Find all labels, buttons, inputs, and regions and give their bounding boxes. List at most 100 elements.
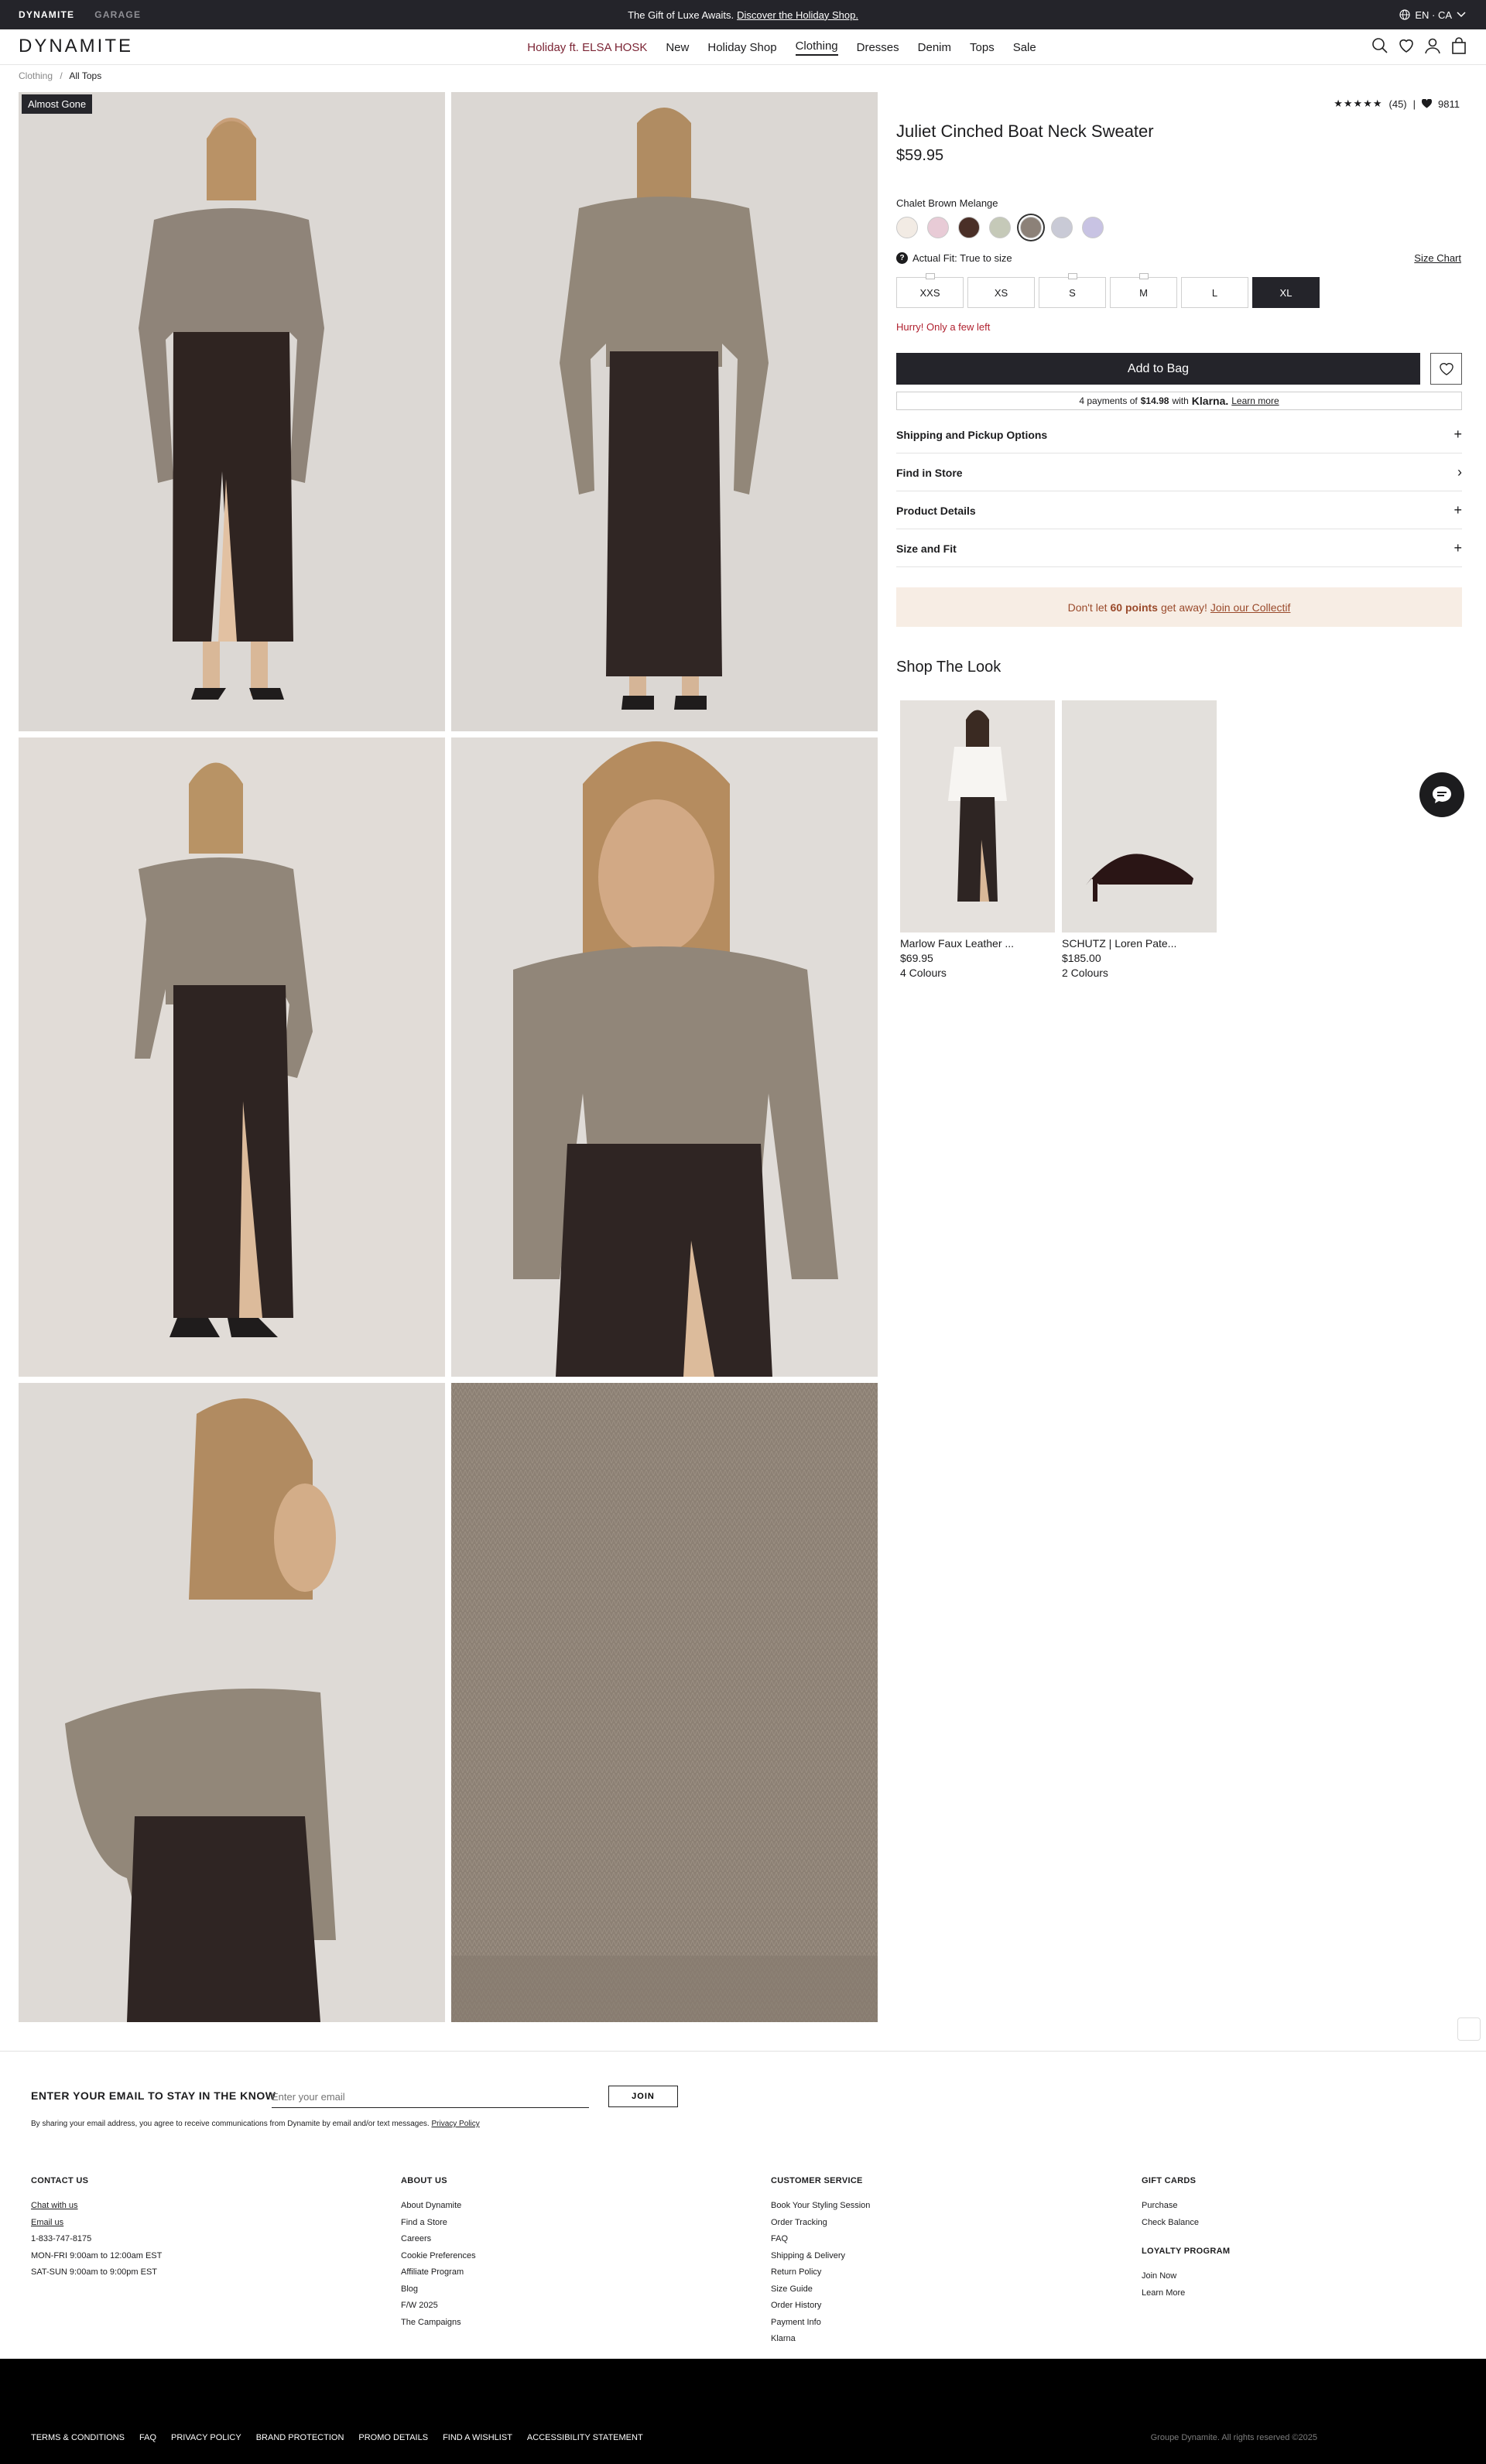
footer-link[interactable]: Purchase: [1142, 2198, 1230, 2215]
heart-icon: [1439, 362, 1453, 375]
main-nav: Holiday ft. ELSA HOSK New Holiday Shop C…: [0, 29, 1486, 65]
size-option-xl[interactable]: XL: [1252, 277, 1320, 308]
footer-link[interactable]: The Campaigns: [401, 2315, 476, 2332]
nav-item-clothing[interactable]: Clothing: [795, 39, 838, 56]
product-image-fabric-detail[interactable]: [451, 1383, 878, 2022]
nav-item-new[interactable]: New: [666, 41, 689, 54]
color-swatch-selected[interactable]: [1020, 217, 1042, 238]
product-image-front[interactable]: [19, 92, 445, 731]
footer-link[interactable]: Learn More: [1142, 2285, 1230, 2302]
nav-item-denim[interactable]: Denim: [918, 41, 951, 54]
footer-link[interactable]: About Dynamite: [401, 2198, 476, 2215]
look-card[interactable]: Marlow Faux Leather ... $69.95 4 Colours: [900, 700, 1055, 979]
email-field[interactable]: [272, 2086, 589, 2108]
join-collectif-link[interactable]: Join our Collectif: [1210, 601, 1291, 614]
size-option-l[interactable]: L: [1181, 277, 1248, 308]
nav-item-sale[interactable]: Sale: [1013, 41, 1036, 54]
accordion-label: Shipping and Pickup Options: [896, 428, 1048, 441]
product-image-closeup[interactable]: [451, 737, 878, 1377]
brand-tab-garage[interactable]: GARAGE: [94, 9, 141, 20]
footer-bottom-link[interactable]: PRIVACY POLICY: [171, 2433, 241, 2442]
feedback-tab[interactable]: [1457, 2017, 1481, 2041]
klarna-amount: $14.98: [1140, 395, 1169, 406]
product-image-profile[interactable]: [19, 1383, 445, 2022]
footer-link[interactable]: Blog: [401, 2281, 476, 2298]
color-swatch[interactable]: [1051, 217, 1073, 238]
accordion-size-and-fit[interactable]: Size and Fit +: [896, 530, 1462, 567]
accordion-find-in-store[interactable]: Find in Store ›: [896, 454, 1462, 491]
footer-link[interactable]: Cookie Preferences: [401, 2248, 476, 2265]
footer-bottom-link[interactable]: ACCESSIBILITY STATEMENT: [527, 2433, 643, 2442]
footer-bottom-link[interactable]: BRAND PROTECTION: [256, 2433, 344, 2442]
brand-tab-dynamite[interactable]: DYNAMITE: [19, 9, 74, 20]
add-to-bag-button[interactable]: Add to Bag: [896, 353, 1420, 385]
footer-link[interactable]: Affiliate Program: [401, 2264, 476, 2281]
nav-item-tops[interactable]: Tops: [970, 41, 995, 54]
wishlist-button[interactable]: [1430, 353, 1462, 385]
accordion-shipping[interactable]: Shipping and Pickup Options +: [896, 416, 1462, 453]
footer-link[interactable]: Join Now: [1142, 2268, 1230, 2285]
color-swatch[interactable]: [927, 217, 949, 238]
size-option-xxs[interactable]: XXS: [896, 273, 964, 308]
breadcrumb-item-clothing[interactable]: Clothing: [19, 70, 53, 81]
color-swatch[interactable]: [989, 217, 1011, 238]
footer-link[interactable]: F/W 2025: [401, 2298, 476, 2315]
brand-tabs: DYNAMITE GARAGE: [19, 0, 141, 29]
join-button[interactable]: JOIN: [608, 2086, 678, 2107]
footer-link[interactable]: FAQ: [771, 2231, 870, 2248]
product-image-back[interactable]: [451, 92, 878, 731]
plus-icon: +: [1453, 502, 1462, 518]
promo-link[interactable]: Discover the Holiday Shop.: [737, 9, 858, 21]
footer-bottom-link[interactable]: PROMO DETAILS: [358, 2433, 428, 2442]
size-chart-link[interactable]: Size Chart: [1414, 252, 1461, 264]
nav-item-holiday-shop[interactable]: Holiday Shop: [707, 41, 776, 54]
size-option-m[interactable]: M: [1110, 273, 1177, 308]
footer-link[interactable]: Order Tracking: [771, 2215, 870, 2232]
chat-button[interactable]: [1419, 772, 1464, 817]
notify-icon: [1138, 273, 1149, 279]
privacy-policy-link[interactable]: Privacy Policy: [431, 2120, 479, 2128]
color-swatch[interactable]: [896, 217, 918, 238]
product-image-side[interactable]: [19, 737, 445, 1377]
footer-bottom-link[interactable]: FIND A WISHLIST: [443, 2433, 512, 2442]
footer-link[interactable]: Careers: [401, 2231, 476, 2248]
footer-link[interactable]: Payment Info: [771, 2315, 870, 2332]
look-image-shoe[interactable]: [1062, 700, 1217, 933]
heart-icon[interactable]: [1398, 37, 1415, 54]
footer-link[interactable]: Order History: [771, 2298, 870, 2315]
footer-link[interactable]: Return Policy: [771, 2264, 870, 2281]
bag-icon[interactable]: [1450, 37, 1467, 54]
accordion-product-details[interactable]: Product Details +: [896, 492, 1462, 529]
look-image-skirt[interactable]: [900, 700, 1055, 933]
size-selector: XXS XS S M L XL: [896, 273, 1320, 308]
product-rating[interactable]: ★★★★★ (45) | 9811: [1334, 98, 1460, 110]
footer-bottom-link[interactable]: FAQ: [139, 2433, 156, 2442]
klarna-logo: Klarna.: [1191, 395, 1229, 407]
klarna-learn-more-link[interactable]: Learn more: [1231, 395, 1279, 406]
size-label: S: [1069, 286, 1076, 299]
nav-item-dresses[interactable]: Dresses: [857, 41, 899, 54]
footer-link[interactable]: Shipping & Delivery: [771, 2248, 870, 2265]
footer-link[interactable]: Size Guide: [771, 2281, 870, 2298]
account-icon[interactable]: [1424, 37, 1441, 54]
breadcrumb-separator: /: [60, 70, 63, 81]
footer-column-title: CONTACT US: [31, 2176, 89, 2185]
size-option-s[interactable]: S: [1039, 273, 1106, 308]
color-swatch[interactable]: [1082, 217, 1104, 238]
breadcrumb-item-current: All Tops: [69, 70, 102, 81]
rating-count: (45): [1388, 98, 1407, 110]
footer-link[interactable]: Find a Store: [401, 2215, 476, 2232]
footer-link[interactable]: Klarna: [771, 2331, 870, 2348]
nav-item-holiday-elsa[interactable]: Holiday ft. ELSA HOSK: [527, 41, 647, 54]
footer-bottom-link[interactable]: TERMS & CONDITIONS: [31, 2433, 125, 2442]
search-icon[interactable]: [1371, 37, 1388, 54]
look-card[interactable]: SCHUTZ | Loren Pate... $185.00 2 Colours: [1062, 700, 1217, 979]
product-price: $59.95: [896, 147, 944, 164]
chat-with-us-link[interactable]: Chat with us: [31, 2198, 162, 2215]
footer-link[interactable]: Book Your Styling Session: [771, 2198, 870, 2215]
email-us-link[interactable]: Email us: [31, 2215, 162, 2232]
footer-link[interactable]: Check Balance: [1142, 2215, 1230, 2232]
color-swatch[interactable]: [958, 217, 980, 238]
locale-selector[interactable]: EN · CA: [1399, 0, 1466, 29]
size-option-xs[interactable]: XS: [967, 277, 1035, 308]
